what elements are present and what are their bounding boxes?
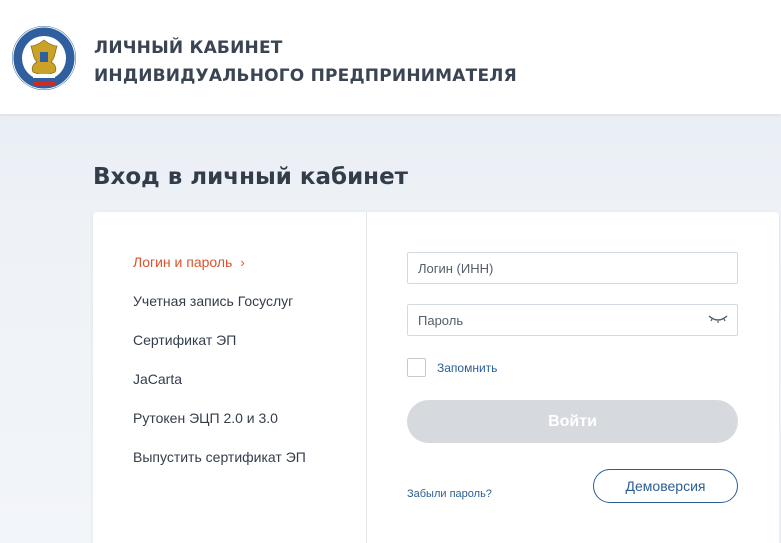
brand-title-line1: ЛИЧНЫЙ КАБИНЕТ (94, 38, 283, 58)
method-issue-certificate[interactable]: Выпустить сертификат ЭП (133, 449, 306, 465)
method-gosuslugi[interactable]: Учетная запись Госуслуг (133, 293, 293, 309)
site-header: ЛИЧНЫЙ КАБИНЕТ ИНДИВИДУАЛЬНОГО ПРЕДПРИНИ… (0, 0, 781, 114)
method-label: JaCarta (133, 371, 183, 387)
password-input[interactable] (407, 304, 738, 336)
login-button[interactable]: Войти (407, 400, 738, 443)
eye-closed-icon[interactable] (707, 313, 729, 325)
method-label: Сертификат ЭП (133, 332, 237, 348)
method-label: Рутокен ЭЦП 2.0 и 3.0 (133, 410, 278, 426)
method-label: Выпустить сертификат ЭП (133, 449, 306, 465)
fns-emblem-icon (12, 26, 76, 90)
brand-title-line2: ИНДИВИДУАЛЬНОГО ПРЕДПРИНИМАТЕЛЯ (94, 66, 517, 86)
method-label: Логин и пароль (133, 254, 233, 270)
method-label: Учетная запись Госуслуг (133, 293, 294, 309)
brand-title: ЛИЧНЫЙ КАБИНЕТ ИНДИВИДУАЛЬНОГО ПРЕДПРИНИ… (94, 34, 517, 90)
method-certificate[interactable]: Сертификат ЭП (133, 332, 236, 348)
remember-label[interactable]: Запомнить (437, 361, 497, 375)
login-inn-input[interactable] (407, 252, 738, 284)
login-card: Логин и пароль › Учетная запись Госуслуг … (93, 212, 779, 543)
method-jacarta[interactable]: JaCarta (133, 371, 182, 387)
demo-button[interactable]: Демоверсия (593, 469, 738, 503)
page-title: Вход в личный кабинет (93, 164, 409, 190)
card-divider (366, 212, 367, 543)
chevron-right-icon: › (240, 255, 245, 270)
method-rutoken[interactable]: Рутокен ЭЦП 2.0 и 3.0 (133, 410, 278, 426)
method-login-password[interactable]: Логин и пароль › (133, 254, 245, 270)
remember-checkbox[interactable] (407, 358, 426, 377)
forgot-password-link[interactable]: Забыли пароль? (407, 488, 492, 500)
